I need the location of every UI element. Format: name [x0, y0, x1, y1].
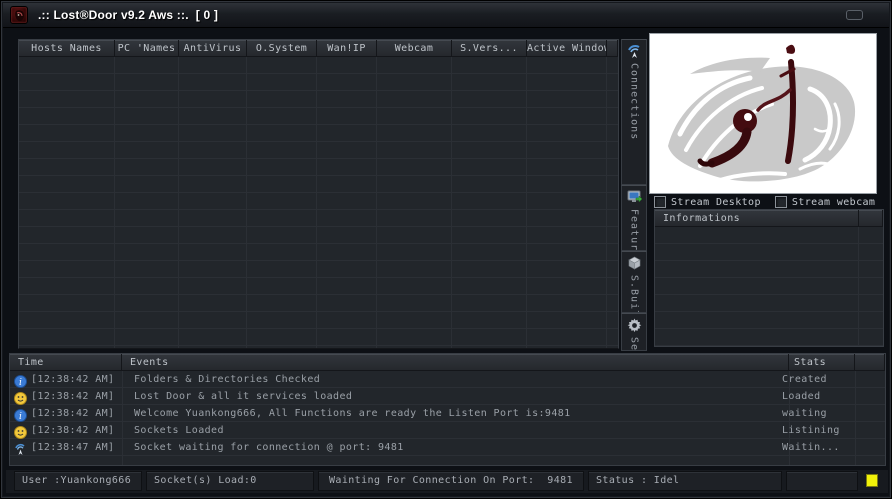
- col-log-filler: [855, 354, 885, 371]
- svg-text:i: i: [19, 412, 22, 422]
- status-state: Status : Idel: [588, 471, 782, 491]
- col-webcam[interactable]: Webcam: [377, 40, 452, 57]
- event-log-table: Time Events Stats i [12:38:42 AM] Folder…: [9, 353, 886, 466]
- log-stat: Listining: [778, 422, 844, 439]
- col-info-filler: [859, 210, 883, 227]
- app-window: .:: Lost®Door v9.2 Aws ::. [ 0 ] Hosts N…: [0, 0, 892, 499]
- log-row[interactable]: [12:38:42 AM] Lost Door & all it service…: [10, 388, 885, 405]
- connection-indicator: [866, 474, 878, 487]
- log-event: Welcome Yuankong666, All Functions are r…: [122, 405, 778, 422]
- col-hosts-names[interactable]: Hosts Names: [19, 40, 115, 57]
- informations-body[interactable]: [655, 227, 883, 346]
- log-row[interactable]: i [12:38:42 AM] Welcome Yuankong666, All…: [10, 405, 885, 422]
- info-icon: i: [14, 373, 27, 386]
- antenna-icon: [626, 43, 643, 60]
- info-icon: i: [14, 407, 27, 420]
- stream-desktop-option[interactable]: Stream Desktop: [654, 194, 761, 211]
- tab-settings[interactable]: Settings: [621, 313, 647, 351]
- log-row[interactable]: [12:38:47 AM] Socket waiting for connect…: [10, 439, 885, 456]
- tab-settings-label: Settings: [629, 337, 640, 351]
- stream-webcam-label: Stream webcam: [792, 194, 875, 211]
- hosts-table: Hosts Names PC 'Names AntiVirus O.System…: [18, 39, 619, 349]
- stream-desktop-checkbox[interactable]: [654, 196, 666, 208]
- col-filler: [607, 40, 618, 57]
- log-time: [12:38:42 AM]: [31, 388, 122, 405]
- log-time: [12:38:42 AM]: [31, 422, 122, 439]
- status-sockets: Socket(s) Load:0: [146, 471, 314, 491]
- log-row[interactable]: [12:38:42 AM] Sockets Loaded Listining: [10, 422, 885, 439]
- tab-features-label: Features: [629, 209, 640, 251]
- log-stat: Created: [778, 371, 844, 388]
- log-event: Lost Door & all it services loaded: [122, 388, 778, 405]
- svg-text:i: i: [19, 378, 22, 388]
- log-body: i [12:38:42 AM] Folders & Directories Ch…: [10, 371, 885, 465]
- gear-icon: [626, 317, 643, 334]
- minimize-button[interactable]: [846, 10, 863, 20]
- hosts-table-header: Hosts Names PC 'Names AntiVirus O.System…: [19, 40, 618, 57]
- tab-sbuilder[interactable]: S.Builder: [621, 251, 647, 313]
- log-stat: Loaded: [778, 388, 844, 405]
- informations-header: Informations: [655, 210, 883, 227]
- logo-image: [649, 33, 877, 194]
- hosts-table-body[interactable]: [19, 57, 618, 348]
- log-stat: waiting: [778, 405, 844, 422]
- log-header: Time Events Stats: [10, 354, 885, 371]
- col-active-window[interactable]: Active Window: [527, 40, 607, 57]
- tab-features[interactable]: Features: [621, 185, 647, 251]
- col-antivirus[interactable]: AntiVirus: [179, 40, 247, 57]
- status-bar: User :Yuankong666 Socket(s) Load:0 Waint…: [6, 470, 888, 493]
- status-user: User :Yuankong666: [14, 471, 142, 491]
- window-title: .:: Lost®Door v9.2 Aws ::. [ 0 ]: [38, 8, 218, 22]
- log-time: [12:38:42 AM]: [31, 405, 122, 422]
- title-bar: .:: Lost®Door v9.2 Aws ::. [ 0 ]: [3, 3, 889, 28]
- col-stats[interactable]: Stats: [789, 354, 855, 371]
- monitor-icon: [626, 189, 643, 206]
- log-time: [12:38:42 AM]: [31, 371, 122, 388]
- status-waiting: Wainting For Connection On Port: 9481: [318, 471, 584, 491]
- col-time[interactable]: Time: [10, 354, 122, 371]
- smiley-icon: [14, 424, 27, 437]
- builder-icon: [626, 255, 643, 272]
- col-events[interactable]: Events: [122, 354, 789, 371]
- col-informations[interactable]: Informations: [655, 210, 859, 227]
- log-stat: Waitin...: [778, 439, 844, 456]
- tab-sbuilder-label: S.Builder: [629, 275, 640, 313]
- tab-connections[interactable]: Connections: [621, 39, 647, 185]
- log-event: Sockets Loaded: [122, 422, 778, 439]
- stream-desktop-label: Stream Desktop: [671, 194, 761, 211]
- stream-options: Stream Desktop Stream webcam: [654, 195, 886, 209]
- col-os[interactable]: O.System: [247, 40, 317, 57]
- side-tabstrip: Connections Features S.Buil: [621, 39, 647, 351]
- log-event: Folders & Directories Checked: [122, 371, 778, 388]
- smiley-icon: [14, 390, 27, 403]
- tab-connections-label: Connections: [629, 63, 640, 140]
- col-wanip[interactable]: Wan!IP: [317, 40, 377, 57]
- antenna-icon: [14, 441, 27, 454]
- lostdoor-face-icon: [10, 6, 28, 24]
- log-row[interactable]: i [12:38:42 AM] Folders & Directories Ch…: [10, 371, 885, 388]
- stream-webcam-checkbox[interactable]: [775, 196, 787, 208]
- log-event: Socket waiting for connection @ port: 94…: [122, 439, 778, 456]
- log-time: [12:38:47 AM]: [31, 439, 122, 456]
- col-svers[interactable]: S.Vers...: [452, 40, 527, 57]
- stream-webcam-option[interactable]: Stream webcam: [775, 194, 875, 211]
- col-pc-names[interactable]: PC 'Names: [115, 40, 179, 57]
- status-empty-segment: [786, 471, 858, 491]
- informations-table: Informations: [654, 209, 884, 347]
